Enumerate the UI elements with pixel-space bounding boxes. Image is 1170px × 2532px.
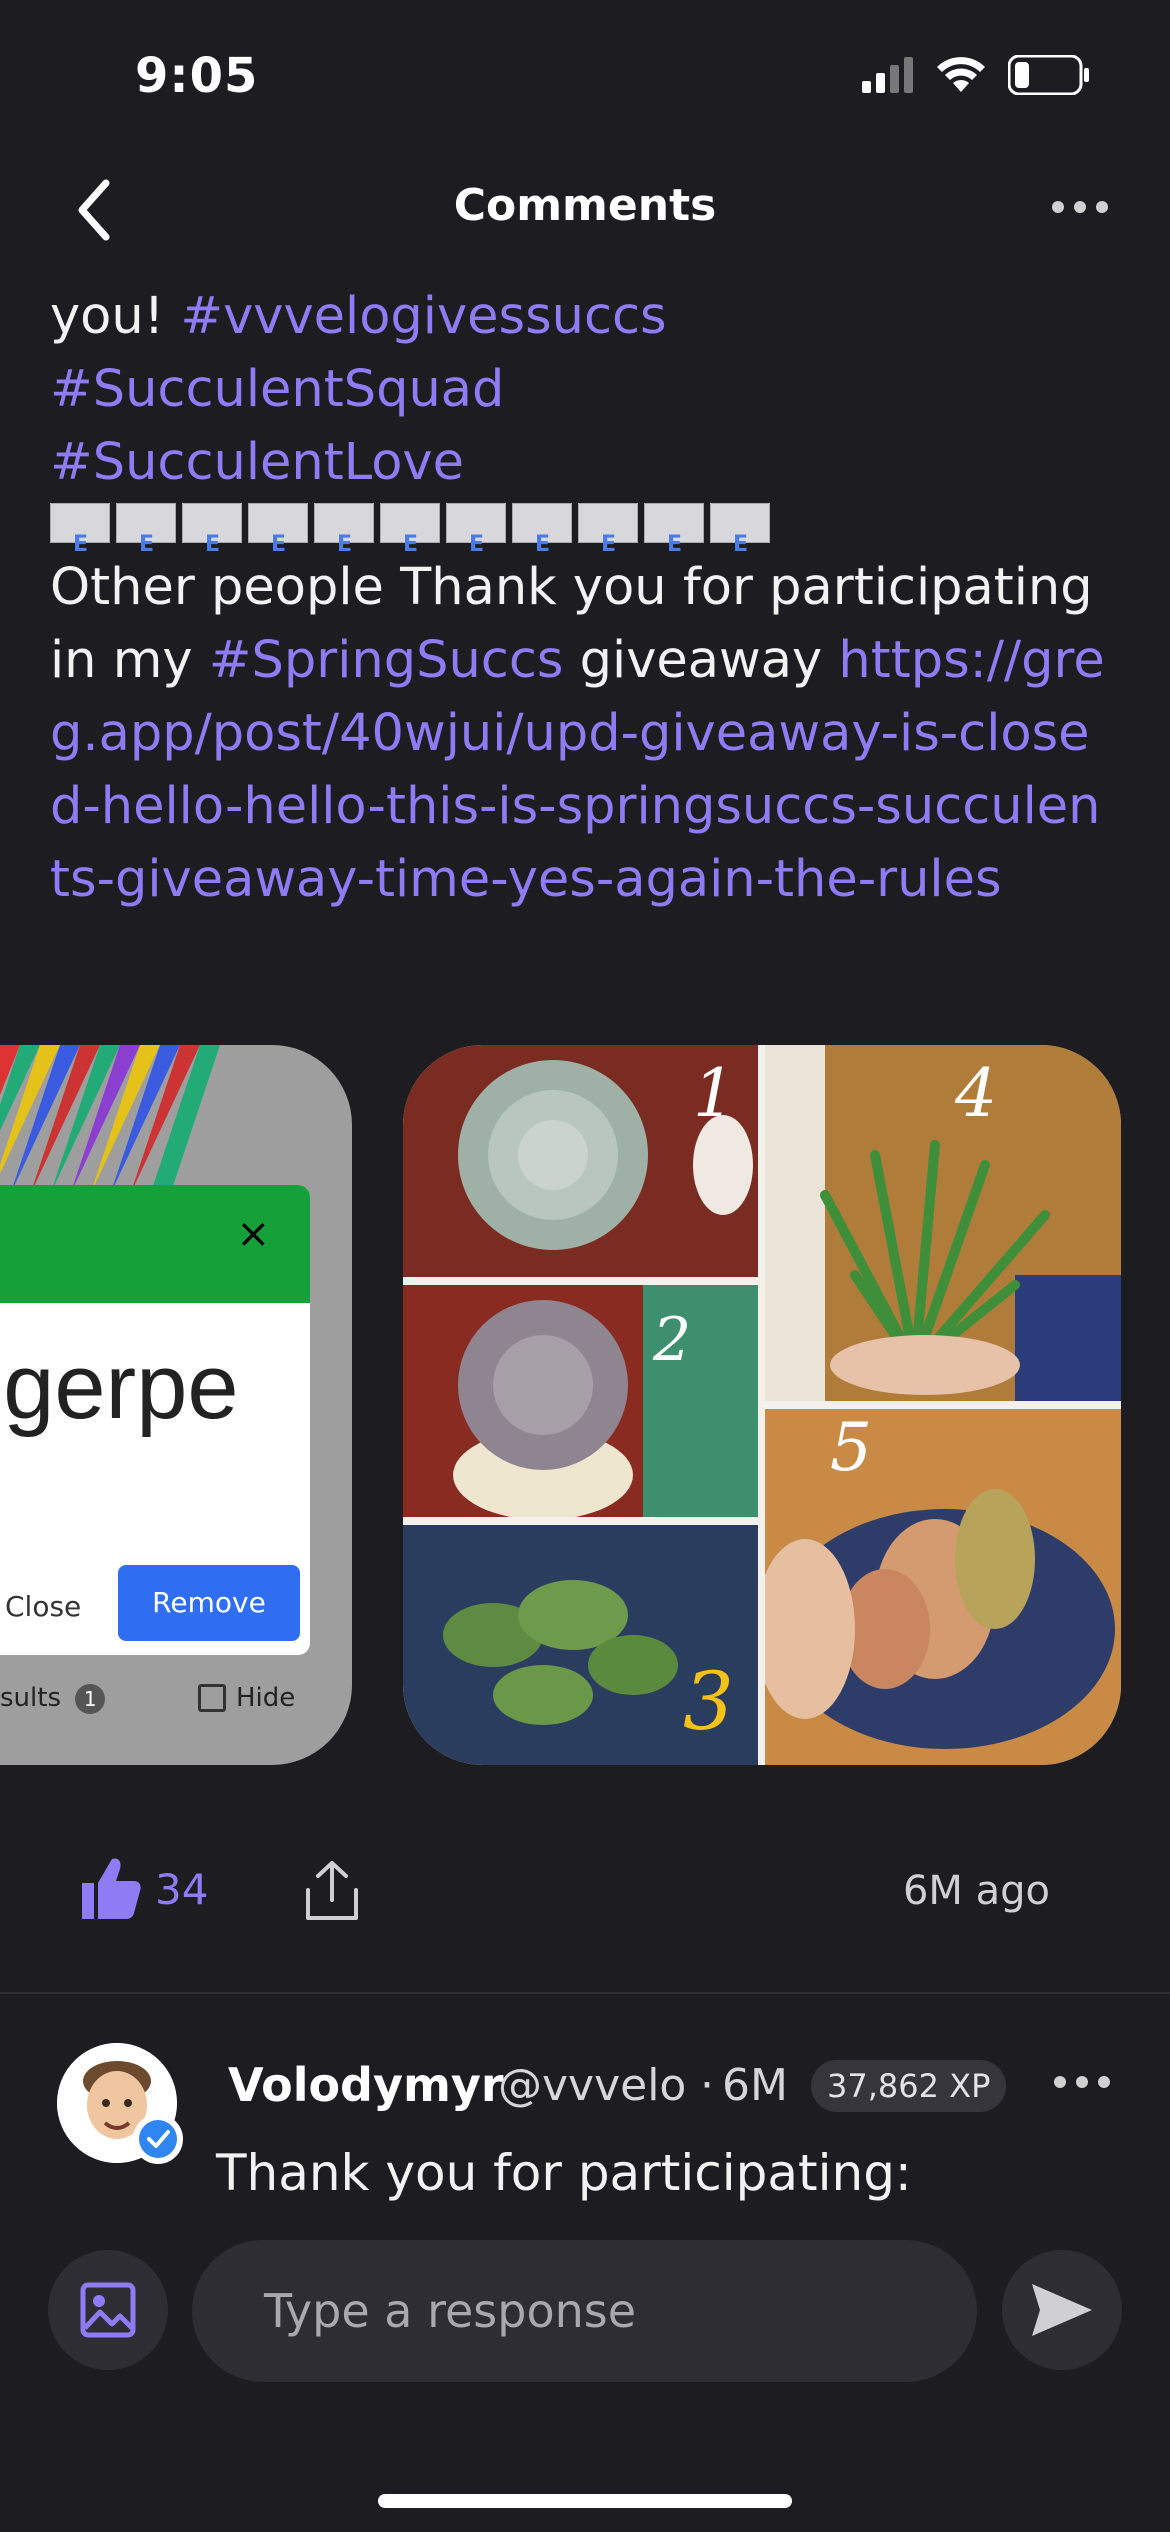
send-button[interactable] [1002, 2250, 1122, 2370]
comment-author-name[interactable]: Volodymyr [228, 2058, 504, 2112]
dialog-close-button: Close [5, 1590, 82, 1623]
photo-number-label: 1 [693, 1055, 735, 1132]
succulent-photo-1: 1 [403, 1045, 758, 1277]
results-label: sults [0, 1683, 61, 1713]
wifi-icon [937, 57, 985, 92]
results-tab-label: sults 1 [0, 1683, 106, 1714]
post-text-prefix: you! [50, 287, 181, 346]
comment-more-icon[interactable] [1052, 2070, 1112, 2094]
envelope-icon [314, 503, 374, 581]
envelope-icon [116, 503, 176, 581]
post-image-succulent-collage[interactable]: 1 2 3 4 5 [403, 1045, 1121, 1765]
checkbox-icon [198, 1684, 226, 1712]
status-icons [862, 55, 1090, 95]
result-dialog: ! × Tigerpe Close Remove [0, 1185, 310, 1655]
envelope-icon [644, 503, 704, 581]
succulent-photo-4: 4 [765, 1045, 1121, 1401]
envelope-icon [248, 503, 308, 581]
like-count: 34 [155, 1865, 209, 1914]
photo-number-label: 4 [955, 1055, 997, 1132]
succulent-photo-5: 5 [765, 1409, 1121, 1765]
envelope-icon [512, 503, 572, 581]
like-thumbs-up-icon[interactable] [78, 1855, 142, 1921]
comment-separator-dot: · [700, 2060, 714, 2111]
comment-author-handle[interactable]: @vvvelo [498, 2060, 686, 2111]
signal-icon [862, 57, 913, 93]
hashtag-link[interactable]: #SpringSuccs [209, 631, 564, 690]
post-body: you! #vvvelogivessuccs #SucculentSquad #… [50, 280, 1120, 916]
response-input[interactable]: Type a response [192, 2240, 977, 2382]
post-time-ago: 6M ago [902, 1868, 1050, 1914]
section-divider [0, 1992, 1170, 1994]
photo-number-label: 3 [683, 1655, 734, 1748]
hashtag-link[interactable]: #SucculentLove [50, 433, 464, 492]
hide-label: Hide [236, 1683, 296, 1713]
send-icon [1032, 2284, 1092, 2336]
envelope-emoji-row [50, 503, 1120, 581]
image-icon [80, 2282, 136, 2338]
spinner-wheel-graphic [0, 1045, 220, 1195]
battery-icon [1008, 55, 1089, 95]
comment-age: 6M [722, 2060, 788, 2111]
envelope-icon [380, 503, 440, 581]
post-text-mid: giveaway [563, 631, 839, 690]
envelope-icon [446, 503, 506, 581]
share-icon[interactable] [302, 1860, 362, 1922]
envelope-icon [710, 503, 770, 581]
post-image-wheel-result[interactable]: ! × Tigerpe Close Remove sults 1 Hide [0, 1045, 352, 1765]
hashtag-link[interactable]: #vvvelogivessuccs [180, 287, 666, 346]
results-count-badge: 1 [75, 1684, 106, 1714]
envelope-icon [578, 503, 638, 581]
succulent-photo-3: 3 [403, 1525, 758, 1765]
hide-checkbox: Hide [198, 1683, 295, 1713]
succulent-photo-2: 2 [403, 1285, 758, 1517]
xp-badge: 37,862 XP [811, 2060, 1007, 2112]
winner-name: Tigerpe [0, 1336, 239, 1438]
photo-number-label: 2 [653, 1305, 692, 1375]
dialog-remove-button: Remove [118, 1565, 300, 1641]
hashtag-link[interactable]: #SucculentSquad [50, 360, 504, 419]
home-indicator[interactable] [378, 2494, 792, 2508]
photo-number-label: 5 [830, 1409, 872, 1486]
more-options-icon[interactable] [1050, 195, 1110, 219]
page-title: Comments [453, 180, 717, 231]
verified-badge-icon [133, 2114, 183, 2164]
envelope-icon [182, 503, 242, 581]
envelope-icon [50, 503, 110, 581]
attach-image-button[interactable] [48, 2250, 168, 2370]
status-time: 9:05 [135, 48, 259, 104]
comment-text: Thank you for participating: [216, 2144, 912, 2202]
response-input-placeholder: Type a response [264, 2284, 637, 2338]
dialog-close-icon: × [236, 1211, 270, 1257]
